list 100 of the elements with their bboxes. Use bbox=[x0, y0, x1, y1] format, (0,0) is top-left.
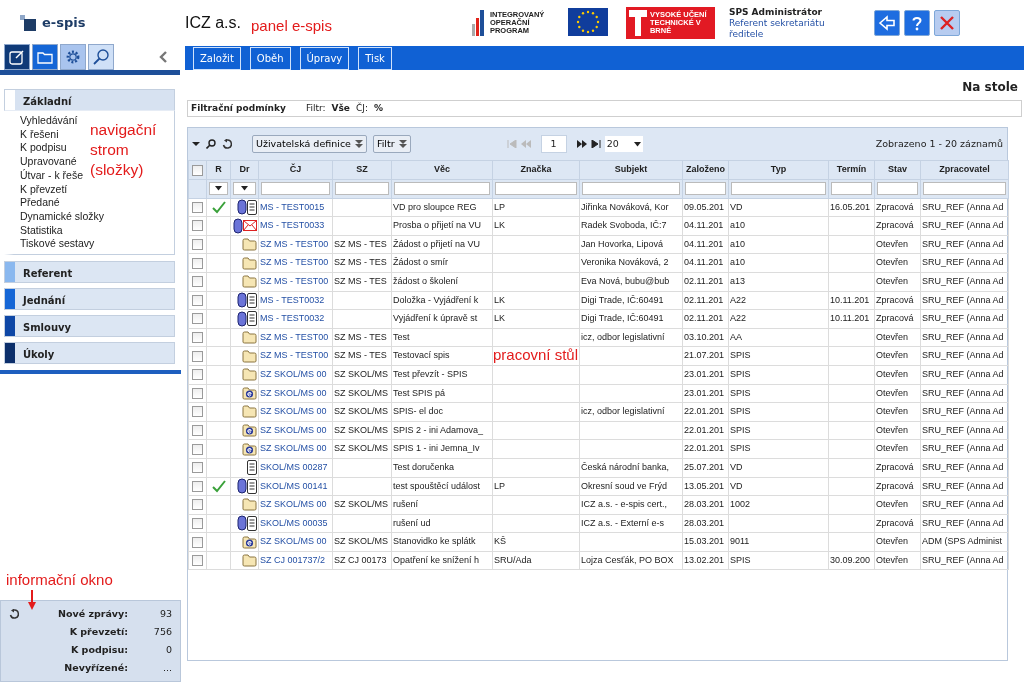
nav-item[interactable]: Statistika bbox=[20, 223, 63, 238]
toolbar-button[interactable]: Úpravy bbox=[299, 46, 350, 70]
help-button[interactable] bbox=[903, 10, 930, 36]
table-cell: LK bbox=[494, 313, 505, 324]
filter-select[interactable] bbox=[209, 182, 228, 196]
refresh-icon[interactable] bbox=[9, 609, 19, 619]
nav-item[interactable]: Předané bbox=[20, 196, 60, 210]
nav-group-header[interactable]: Jednání bbox=[4, 288, 175, 311]
column-header[interactable]: Typ bbox=[728, 160, 829, 180]
filter-dropdown[interactable]: Filtr bbox=[372, 134, 411, 154]
row-checkbox[interactable] bbox=[192, 443, 203, 455]
folder-tab[interactable] bbox=[32, 44, 58, 70]
column-header[interactable]: ČJ bbox=[258, 160, 333, 180]
column-header[interactable]: Termín bbox=[828, 160, 875, 180]
column-header[interactable]: Dr bbox=[230, 160, 259, 180]
table-cell: 04.11.201 bbox=[684, 257, 724, 268]
nav-item[interactable]: Upravované bbox=[20, 155, 77, 169]
filter-input-field[interactable] bbox=[731, 182, 826, 196]
table-cell: Test doručenka bbox=[393, 461, 455, 472]
nav-item[interactable]: K řešeni bbox=[20, 127, 59, 142]
column-header[interactable]: Stav bbox=[874, 160, 921, 180]
collapse-icon[interactable] bbox=[158, 51, 168, 63]
table-cell: SRU_REF (Anna Ad bbox=[922, 387, 1004, 398]
filter-input-field[interactable] bbox=[685, 182, 726, 196]
filter-input-field[interactable] bbox=[335, 182, 389, 196]
toolbar-button[interactable]: Založit bbox=[193, 46, 241, 70]
nav-group-header[interactable]: Referent bbox=[4, 261, 175, 284]
table-cell: Žádost o smír bbox=[393, 257, 448, 268]
filter-input-field[interactable] bbox=[582, 182, 680, 196]
row-checkbox[interactable] bbox=[192, 499, 203, 511]
refresh-icon[interactable] bbox=[222, 139, 232, 149]
nav-group-header[interactable]: Smlouvy bbox=[4, 315, 175, 338]
filter-select[interactable] bbox=[233, 182, 256, 196]
row-checkbox[interactable] bbox=[192, 518, 203, 529]
row-checkbox[interactable] bbox=[192, 462, 203, 474]
row-checkbox[interactable] bbox=[192, 239, 203, 251]
column-header[interactable]: Subjekt bbox=[579, 160, 683, 180]
row-checkbox[interactable] bbox=[192, 425, 203, 436]
table-cell: Zpracová bbox=[876, 461, 914, 472]
first-page-icon[interactable] bbox=[506, 140, 517, 148]
row-checkbox[interactable] bbox=[192, 536, 203, 548]
definition-dropdown[interactable]: Uživatelská definice bbox=[252, 134, 367, 154]
arrow-icon bbox=[28, 590, 36, 610]
back-arrow-icon bbox=[877, 14, 896, 32]
group-label: Základní bbox=[22, 95, 73, 109]
row-checkbox[interactable] bbox=[192, 387, 203, 399]
close-button[interactable] bbox=[933, 10, 960, 36]
filter-input-field[interactable] bbox=[831, 182, 872, 196]
page-size-select[interactable]: 20 bbox=[604, 135, 643, 153]
search-icon[interactable] bbox=[206, 139, 216, 149]
filter-input-field[interactable] bbox=[877, 182, 918, 196]
nav-item[interactable]: K podpisu bbox=[20, 141, 67, 156]
note-tab[interactable] bbox=[4, 44, 30, 70]
column-header[interactable]: Zpracovatel bbox=[920, 160, 1009, 180]
nav-item[interactable]: Útvar - k řeše bbox=[20, 168, 83, 183]
row-checkbox[interactable] bbox=[192, 406, 203, 418]
row-checkbox[interactable] bbox=[192, 257, 203, 269]
select-all-checkbox[interactable] bbox=[192, 164, 203, 176]
filter-title: Filtrační podmínky bbox=[191, 101, 286, 115]
filter-input-field[interactable] bbox=[394, 182, 490, 196]
search-tab[interactable] bbox=[88, 44, 114, 70]
nav-item[interactable]: Dynamické složky bbox=[20, 209, 105, 224]
row-checkbox[interactable] bbox=[192, 332, 203, 344]
previous-page-icon[interactable] bbox=[520, 140, 531, 148]
table-cell: SRU_REF (Anna Ad bbox=[922, 443, 1004, 454]
table-cell: LP bbox=[494, 480, 505, 491]
filter-input-field[interactable] bbox=[923, 182, 1006, 196]
nav-group-header[interactable]: Úkoly bbox=[4, 342, 175, 365]
table-cell: SRU_REF (Anna Ad bbox=[922, 554, 1004, 565]
filter-input-field[interactable] bbox=[495, 182, 577, 196]
row-checkbox[interactable] bbox=[192, 480, 203, 492]
page-field[interactable]: 1 bbox=[540, 134, 567, 154]
table-cell: Otevřen bbox=[876, 369, 908, 379]
column-header[interactable]: Založeno bbox=[682, 160, 729, 180]
logo-icon bbox=[20, 15, 36, 31]
row-checkbox[interactable] bbox=[192, 369, 203, 381]
nav-group-header[interactable]: Základní bbox=[4, 89, 175, 111]
column-header[interactable]: R bbox=[206, 160, 231, 180]
next-page-icon[interactable] bbox=[576, 140, 587, 148]
row-checkbox[interactable] bbox=[192, 313, 203, 325]
column-header[interactable]: Značka bbox=[492, 160, 580, 180]
column-header[interactable]: SZ bbox=[332, 160, 392, 180]
settings-tab[interactable] bbox=[60, 44, 86, 70]
row-checkbox[interactable] bbox=[192, 555, 203, 567]
row-checkbox[interactable] bbox=[192, 220, 203, 232]
row-checkbox[interactable] bbox=[192, 201, 203, 213]
toolbar-button[interactable]: Oběh bbox=[249, 46, 291, 70]
row-checkbox[interactable] bbox=[192, 294, 203, 306]
table-cell: 16.05.201 bbox=[830, 201, 871, 212]
last-page-icon[interactable] bbox=[590, 140, 601, 148]
column-header[interactable]: Věc bbox=[391, 160, 493, 180]
toolbar-button[interactable]: Tisk bbox=[358, 46, 392, 70]
nav-item[interactable]: Tiskové sestavy bbox=[20, 237, 95, 252]
row-checkbox[interactable] bbox=[192, 276, 203, 288]
filter-input-field[interactable] bbox=[261, 182, 330, 196]
row-checkbox[interactable] bbox=[192, 350, 203, 362]
nav-item[interactable]: Vyhledávání bbox=[20, 114, 78, 128]
back-button[interactable] bbox=[873, 10, 900, 36]
nav-item[interactable]: K převzetí bbox=[20, 182, 68, 197]
caret-down-icon[interactable] bbox=[192, 141, 200, 147]
